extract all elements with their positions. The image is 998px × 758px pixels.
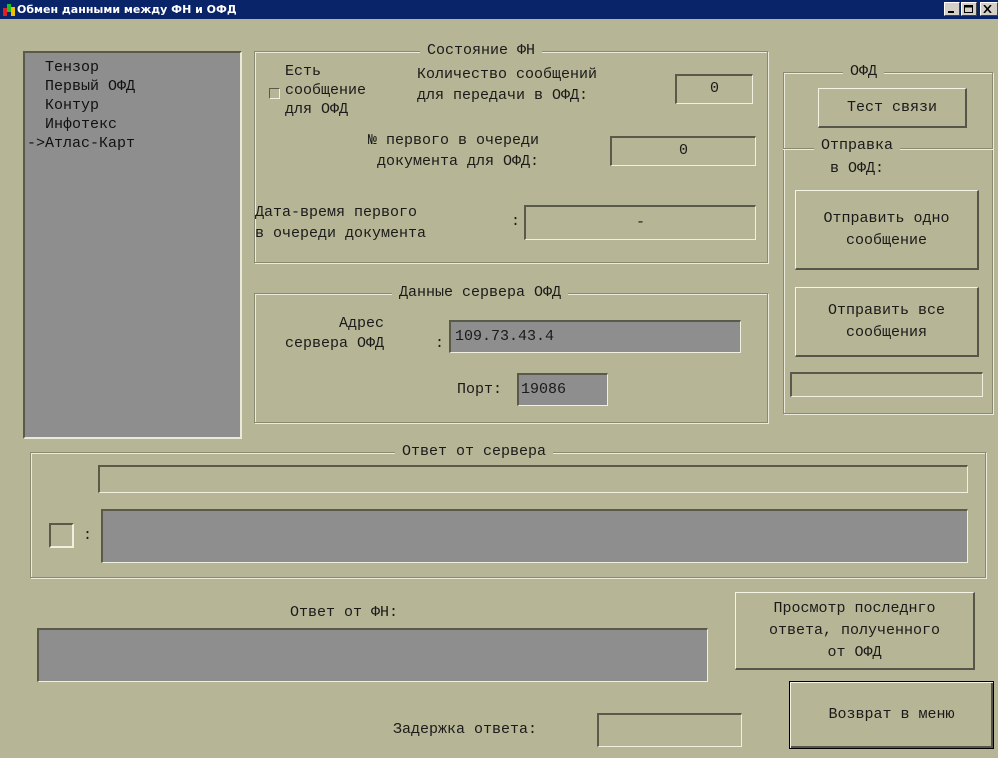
delay-label: Задержка ответа: xyxy=(393,721,538,738)
ofd-list[interactable]: Тензор Первый ОФД Контур Инфотекс ->Атла… xyxy=(23,51,242,439)
list-item-selected[interactable]: ->Атлас-Карт xyxy=(27,134,135,153)
send-one-button[interactable]: Отправить одно сообщение xyxy=(795,190,979,270)
fn-response-field xyxy=(37,628,708,682)
view-last-response-button[interactable]: Просмотр последнго ответа, полученного о… xyxy=(735,592,975,670)
send-title: Отправка в ОФД: xyxy=(814,134,901,180)
ofd-group-title: ОФД xyxy=(843,63,885,81)
send-progress-field xyxy=(790,372,983,397)
server-address-label: Адрес сервера ОФД xyxy=(285,315,385,352)
fn-state-title: Состояние ФН xyxy=(420,42,543,60)
server-response-colon: : xyxy=(83,527,93,544)
address-colon: : xyxy=(435,335,445,352)
list-item[interactable]: Контур xyxy=(27,96,99,115)
test-connection-button[interactable]: Тест связи xyxy=(818,88,967,128)
close-icon[interactable] xyxy=(980,2,998,16)
server-response-body-field xyxy=(101,509,968,563)
datetime-colon: : xyxy=(511,213,521,230)
first-doc-label: № первого в очереди документа для ОФД: xyxy=(368,132,540,170)
server-response-group: Ответ от сервера : xyxy=(30,443,986,578)
minimize-icon[interactable] xyxy=(944,2,960,16)
first-doc-field: 0 xyxy=(610,136,756,166)
list-item[interactable]: Инфотекс xyxy=(27,115,117,134)
message-count-field: 0 xyxy=(675,74,753,104)
fn-state-group: Состояние ФН Есть сообщение для ОФД Коли… xyxy=(254,42,768,263)
delay-field xyxy=(597,713,742,747)
send-all-button[interactable]: Отправить все сообщения xyxy=(795,287,979,357)
server-data-title: Данные сервера ОФД xyxy=(392,284,569,302)
server-data-group: Данные сервера ОФД Адрес сервера ОФД : 1… xyxy=(254,284,768,423)
message-count-label: Количество сообщений для передачи в ОФД: xyxy=(417,66,598,104)
title-bar[interactable]: Обмен данными между ФН и ОФД xyxy=(0,0,998,19)
main-window: Обмен данными между ФН и ОФД Тензор Перв… xyxy=(0,0,998,758)
port-input[interactable]: 19086 xyxy=(517,373,608,406)
list-item[interactable]: Первый ОФД xyxy=(27,77,135,96)
port-label: Порт: xyxy=(457,381,503,398)
server-address-input[interactable]: 109.73.43.4 xyxy=(449,320,741,353)
back-to-menu-button[interactable]: Возврат в меню xyxy=(789,681,994,749)
app-icon xyxy=(3,3,15,16)
first-doc-datetime-label: Дата-время первого в очереди документа xyxy=(255,204,427,242)
has-message-checkbox[interactable] xyxy=(269,88,280,99)
first-doc-datetime-field: - xyxy=(524,205,756,240)
maximize-icon[interactable] xyxy=(961,2,977,16)
server-response-title: Ответ от сервера xyxy=(395,443,554,461)
window-title: Обмен данными между ФН и ОФД xyxy=(17,3,237,16)
server-response-line-field xyxy=(98,465,968,493)
fn-response-label: Ответ от ФН: xyxy=(290,604,399,621)
has-message-label: Есть сообщение для ОФД xyxy=(285,63,367,118)
list-item[interactable]: Тензор xyxy=(27,58,99,77)
server-response-checkbox[interactable] xyxy=(49,523,74,548)
